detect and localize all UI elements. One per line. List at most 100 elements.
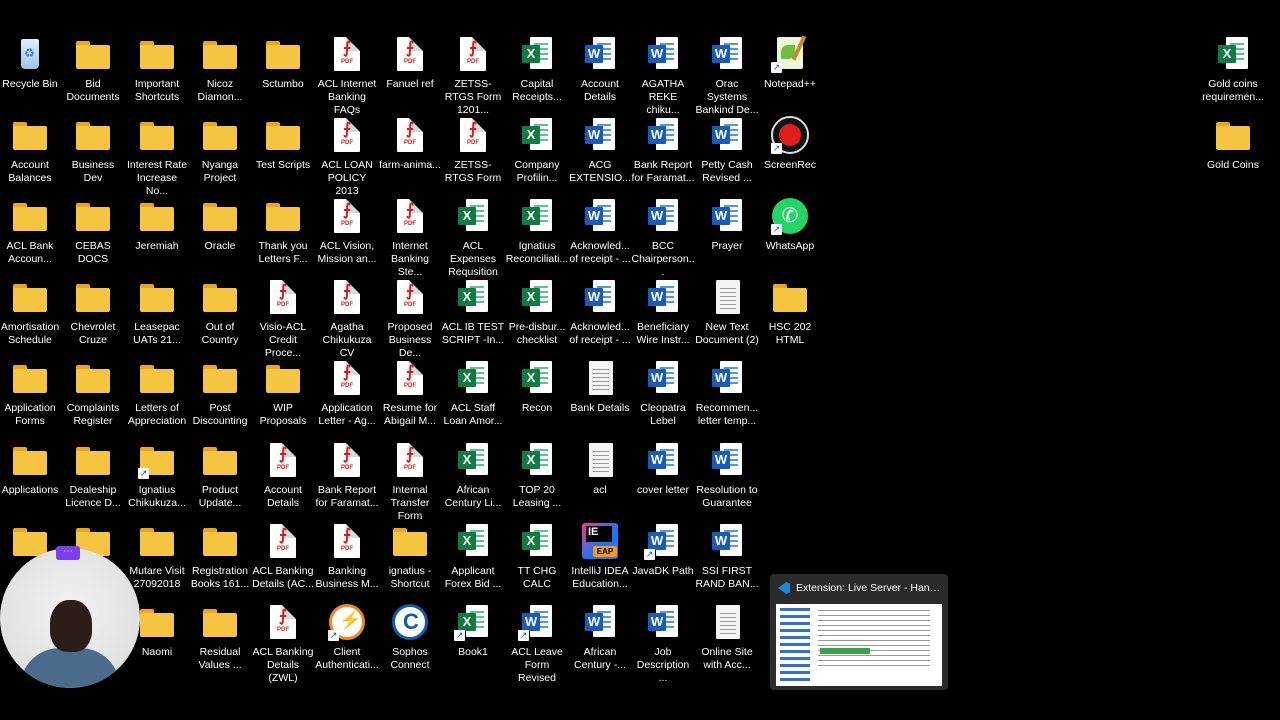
desktop-icon[interactable]: Oracle — [188, 197, 252, 275]
desktop-icon[interactable]: Nicoz Diamon... — [188, 35, 252, 113]
desktop-icon[interactable]: Recycle Bin — [0, 35, 62, 113]
desktop-icon[interactable]: W Prayer — [695, 197, 759, 275]
desktop-icon[interactable]: Product Update... — [188, 441, 252, 519]
desktop-icon[interactable]: W Resolution to Guarantee — [695, 441, 759, 519]
desktop-icon[interactable]: W ↗ JavaDK Path — [631, 522, 695, 600]
desktop-icon[interactable]: W Bank Report for Faramat... — [631, 116, 695, 194]
webcam-menu-button[interactable]: ⋯ — [56, 546, 80, 560]
desktop-icon[interactable]: Online Site with Acc... — [695, 603, 759, 681]
taskbar-window-preview[interactable]: Extension: Live Server - Handov... — [770, 574, 948, 690]
desktop-icon[interactable]: ⨍ PDF farm-anima... — [378, 116, 442, 194]
desktop-icon[interactable]: Account Balances — [0, 116, 62, 194]
desktop-icon[interactable]: W African Century -... — [568, 603, 632, 681]
desktop-icon[interactable]: Mutare Visit 27092018 — [125, 522, 189, 600]
desktop-icon[interactable]: ⨍ PDF ACL Banking Details (AC... — [251, 522, 315, 600]
desktop-icon[interactable]: Jeremiah — [125, 197, 189, 275]
desktop-icon[interactable]: ⨍ PDF Banking Business M... — [315, 522, 379, 600]
desktop-icon[interactable]: Thank you Letters F... — [251, 197, 315, 275]
desktop-icon[interactable]: Bid Documents — [61, 35, 125, 113]
desktop-icon[interactable]: Registration Books 161... — [188, 522, 252, 600]
desktop-icon[interactable]: ⨍ PDF ZETSS-RTGS Form 1201... — [441, 35, 505, 116]
desktop-icon[interactable]: Complaints Register — [61, 359, 125, 437]
desktop-icon[interactable]: ⨍ PDF Account Details — [251, 441, 315, 519]
desktop-icon[interactable]: ⨍ PDF Resume for Abigail M... — [378, 359, 442, 437]
desktop-icon[interactable]: Test Scripts — [251, 116, 315, 194]
desktop-icon[interactable]: X Ignatius Reconciliati... — [505, 197, 569, 275]
desktop-icon[interactable]: W Orac Systems Bankind De... — [695, 35, 759, 116]
desktop-icon[interactable]: Letters of Appreciation — [125, 359, 189, 437]
desktop-icon[interactable]: ⨍ PDF Fanuel ref — [378, 35, 442, 113]
desktop-icon[interactable]: ✆ ↗ WhatsApp — [758, 197, 822, 275]
desktop-icon[interactable]: W ↗ ACL Leave Form Revised — [505, 603, 569, 684]
desktop-icon[interactable]: ACL Bank Accoun... — [0, 197, 62, 275]
desktop-icon[interactable]: XACL Expenses Requsition F... — [441, 197, 505, 291]
desktop-icon[interactable]: Wcover letter — [631, 441, 695, 519]
desktop-icon[interactable]: Bank Details — [568, 359, 632, 437]
desktop-icon[interactable]: X ACL IB TEST SCRIPT -In... — [441, 278, 505, 356]
desktop-icon[interactable]: ↗ Client Authenticati... — [315, 603, 379, 681]
desktop-icon[interactable]: ⨍ PDF ZETSS-RTGS Form — [441, 116, 505, 194]
desktop-icon[interactable]: CEBAS DOCS — [61, 197, 125, 275]
desktop-icon[interactable]: W BCC Chairperson... — [631, 197, 695, 278]
desktop-icon[interactable]: W Recommen... letter temp... — [695, 359, 759, 437]
desktop-icon[interactable]: IE EAP IntelliJ IDEA Education... — [568, 522, 632, 600]
desktop-icon[interactable]: W Beneficiary Wire Instr... — [631, 278, 695, 356]
desktop-icon[interactable]: X TT CHG CALC — [505, 522, 569, 600]
desktop-icon[interactable]: ⨍ PDF ACL Banking Details (ZWL) — [251, 603, 315, 684]
desktop-icon[interactable]: Chevrolet Cruze — [61, 278, 125, 356]
desktop-icon[interactable]: ⨍ PDF ACL LOAN POLICY 2013 — [315, 116, 379, 197]
desktop-icon[interactable]: Interest Rate Increase No... — [125, 116, 189, 197]
desktop-icon[interactable]: Residual Values ... — [188, 603, 252, 681]
desktop-icon[interactable]: W Cleopatra Lebel — [631, 359, 695, 437]
desktop-icon[interactable]: Amortisation Schedule — [0, 278, 62, 356]
desktop-icon[interactable]: X ↗ Book1 — [441, 603, 505, 681]
desktop-icon[interactable]: X Gold coins requiremen... — [1201, 35, 1265, 113]
desktop-icon[interactable]: ⨍ PDF Bank Report for Faramat... — [315, 441, 379, 519]
desktop-icon[interactable]: ⨍ PDF ACL Internet Banking FAQs — [315, 35, 379, 116]
desktop-icon[interactable]: W Account Details — [568, 35, 632, 113]
desktop-icon[interactable]: W SSI FIRST RAND BAN... — [695, 522, 759, 600]
desktop-icon[interactable]: W AGATHA REKE chiku... — [631, 35, 695, 116]
desktop-icon[interactable]: Application Forms — [0, 359, 62, 437]
desktop-icon[interactable]: X ACL Staff Loan Amor... — [441, 359, 505, 437]
desktop-icon[interactable]: HSC 202 HTML — [758, 278, 822, 356]
desktop-icon[interactable]: acl — [568, 441, 632, 519]
desktop-icon[interactable]: Gold Coins — [1201, 116, 1265, 194]
desktop-icon[interactable]: WIP Proposals — [251, 359, 315, 437]
desktop-icon[interactable]: ⨍ PDF Application Letter - Ag... — [315, 359, 379, 437]
desktop-icon[interactable]: W Acknowled... of receipt - ... — [568, 278, 632, 356]
desktop-icon[interactable]: ⨍ PDF ACL Vision, Mission an... — [315, 197, 379, 275]
desktop-icon[interactable]: X Company Profilin... — [505, 116, 569, 194]
desktop-icon[interactable]: ↗ ScreenRec — [758, 116, 822, 194]
desktop-icon[interactable]: Applications — [0, 441, 62, 519]
desktop-icon[interactable]: Dealeship Licence D... — [61, 441, 125, 519]
desktop-icon[interactable]: ⨍ PDF Visio-ACL Credit Proce... — [251, 278, 315, 359]
desktop-icon[interactable]: Out of Country — [188, 278, 252, 356]
desktop-icon[interactable]: Important Shortcuts — [125, 35, 189, 113]
desktop-icon[interactable]: W Petty Cash Revised ... — [695, 116, 759, 194]
desktop-icon[interactable]: X African Century Li... — [441, 441, 505, 519]
desktop-icon[interactable]: Nyanga Project — [188, 116, 252, 194]
desktop-icon[interactable]: W ACG EXTENSIO... — [568, 116, 632, 194]
desktop-icon[interactable]: ⨍ PDF Proposed Business De... — [378, 278, 442, 359]
desktop-icon[interactable]: ↗ Notepad++ — [758, 35, 822, 113]
desktop-icon[interactable]: X Capital Receipts... — [505, 35, 569, 113]
desktop-icon[interactable]: ↗ Ignatius Chikukuza... — [125, 441, 189, 519]
desktop-icon[interactable]: New Text Document (2) — [695, 278, 759, 356]
desktop-icon[interactable]: Sophos Connect — [378, 603, 442, 681]
desktop-icon[interactable]: X Applicant Forex Bid ... — [441, 522, 505, 600]
desktop-icon[interactable]: Business Dev — [61, 116, 125, 194]
desktop-icon[interactable]: Leasepac UATs 21... — [125, 278, 189, 356]
desktop-icon[interactable]: W Acknowled... of receipt - ... — [568, 197, 632, 275]
desktop-icon[interactable]: W Job Description ... — [631, 603, 695, 684]
desktop-icon[interactable]: ⨍ PDF Internal Transfer Form — [378, 441, 442, 522]
desktop-icon[interactable]: X Pre-disbur... checklist — [505, 278, 569, 356]
desktop-icon[interactable]: Sctumbo — [251, 35, 315, 113]
desktop-icon[interactable]: ⨍ PDF Internet Banking Ste... — [378, 197, 442, 278]
desktop-icon[interactable]: X Recon — [505, 359, 569, 437]
desktop-icon[interactable]: ⨍ PDF Agatha Chikukuza CV — [315, 278, 379, 359]
desktop-icon-label: Mutare Visit 27092018 — [129, 565, 185, 590]
desktop-icon[interactable]: ignatius - Shortcut — [378, 522, 442, 600]
desktop-icon[interactable]: Post Discounting — [188, 359, 252, 437]
desktop-icon[interactable]: X TOP 20 Leasing ... — [505, 441, 569, 519]
